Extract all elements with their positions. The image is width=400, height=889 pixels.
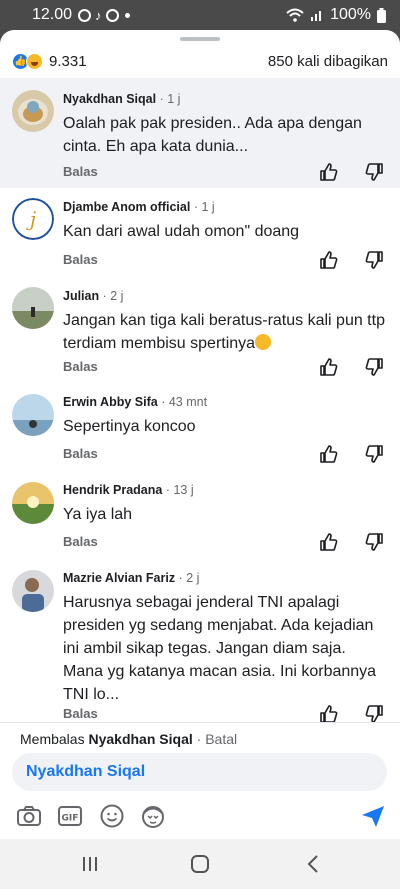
home-icon[interactable] <box>187 851 213 877</box>
drag-handle[interactable] <box>180 37 220 41</box>
dislike-thumb-icon[interactable] <box>364 357 384 377</box>
comment-time: · 2 j <box>102 289 124 303</box>
comment-time: · 43 mnt <box>161 395 208 409</box>
reaction-bar: 👍 9.331 850 kali dibagikan <box>0 44 400 78</box>
app-notification-icon <box>105 8 119 22</box>
like-thumb-icon[interactable] <box>319 357 339 377</box>
whatsapp-icon <box>78 8 92 22</box>
reply-button[interactable]: Balas <box>63 534 98 549</box>
comment-author[interactable]: Djambe Anom official <box>63 200 190 214</box>
comment-item: Mazrie Alvian Fariz · 2 j Harusnya sebag… <box>0 560 400 722</box>
reply-button[interactable]: Balas <box>63 706 98 721</box>
replying-to-label: Membalas Nyakdhan Siqal · Batal <box>20 731 238 747</box>
back-icon[interactable] <box>300 851 326 877</box>
avatar[interactable] <box>12 482 54 524</box>
cancel-reply-button[interactable]: · Batal <box>197 731 237 747</box>
dislike-thumb-icon[interactable] <box>364 444 384 464</box>
comment-item: j Djambe Anom official · 1 j Kan dari aw… <box>0 188 400 278</box>
comment-text: Kan dari awal udah omon" doang <box>63 223 300 240</box>
comment-text: Jangan kan tiga kali beratus-ratus kali … <box>63 312 385 352</box>
comment-author[interactable]: Julian <box>63 289 99 303</box>
avatar[interactable] <box>12 90 54 132</box>
system-navigation-bar <box>0 839 400 889</box>
send-icon[interactable] <box>360 803 386 829</box>
comment-time: · 13 j <box>165 483 194 497</box>
comment-text: Sepertinya koncoo <box>63 418 196 435</box>
reply-button[interactable]: Balas <box>63 252 98 267</box>
battery-icon <box>377 7 386 23</box>
reply-button[interactable]: Balas <box>63 359 98 374</box>
comment-item: Erwin Abby Sifa · 43 mnt Sepertinya konc… <box>0 384 400 472</box>
comment-time: · 1 j <box>159 92 181 106</box>
avatar[interactable] <box>12 287 54 329</box>
dislike-thumb-icon[interactable] <box>364 532 384 552</box>
more-notifications-icon <box>124 12 130 18</box>
like-thumb-icon[interactable] <box>319 704 339 722</box>
comment-author[interactable]: Nyakdhan Siqal <box>63 92 156 106</box>
avatar[interactable] <box>12 570 54 612</box>
comment-text: Ya iya lah <box>63 506 133 523</box>
reply-composer: Membalas Nyakdhan Siqal · Batal Nyakdhan… <box>0 722 400 839</box>
status-bar: 12.00 ♪ 100% <box>0 0 400 30</box>
avatar[interactable] <box>12 394 54 436</box>
signal-icon <box>311 11 322 21</box>
comment-author[interactable]: Mazrie Alvian Fariz <box>63 571 175 585</box>
comment-text: Harusnya sebagai jenderal TNI apalagi pr… <box>63 594 377 703</box>
tiktok-icon: ♪ <box>95 7 102 23</box>
comment-author[interactable]: Hendrik Pradana <box>63 483 162 497</box>
haha-reaction-icon <box>26 52 43 70</box>
gif-icon[interactable]: GIF <box>57 803 83 829</box>
dislike-thumb-icon[interactable] <box>364 704 384 722</box>
camera-icon[interactable] <box>16 803 42 829</box>
comment-item: Julian · 2 j Jangan kan tiga kali beratu… <box>0 278 400 384</box>
recent-apps-icon[interactable] <box>77 851 103 877</box>
like-thumb-icon[interactable] <box>319 162 339 182</box>
share-count[interactable]: 850 kali dibagikan <box>268 53 388 70</box>
svg-text:GIF: GIF <box>62 814 79 824</box>
avatar[interactable]: j <box>12 198 54 240</box>
comment-time: · 2 j <box>178 571 200 585</box>
comment-author[interactable]: Erwin Abby Sifa <box>63 395 158 409</box>
grinning-emoji-icon <box>255 334 272 350</box>
dislike-thumb-icon[interactable] <box>364 250 384 270</box>
emoji-icon[interactable] <box>99 803 125 829</box>
like-thumb-icon[interactable] <box>319 444 339 464</box>
like-thumb-icon[interactable] <box>319 250 339 270</box>
avatar-sticker-icon[interactable] <box>140 803 166 829</box>
comments-sheet: 👍 9.331 850 kali dibagikan Nyakdhan Siqa… <box>0 30 400 839</box>
status-time: 12.00 <box>32 6 73 23</box>
comment-time: · 1 j <box>193 200 215 214</box>
comment-text: Oalah pak pak presiden.. Ada apa dengan … <box>63 115 362 155</box>
dislike-thumb-icon[interactable] <box>364 162 384 182</box>
composer-toolbar: GIF <box>0 799 400 835</box>
comment-item: Hendrik Pradana · 13 j Ya iya lah Balas <box>0 472 400 560</box>
comment-input[interactable]: Nyakdhan Siqal <box>12 753 387 791</box>
comment-item: Nyakdhan Siqal · 1 j Oalah pak pak presi… <box>0 78 400 188</box>
comment-list: Nyakdhan Siqal · 1 j Oalah pak pak presi… <box>0 78 400 722</box>
battery-percent: 100% <box>330 6 371 23</box>
reply-button[interactable]: Balas <box>63 446 98 461</box>
reaction-count[interactable]: 9.331 <box>49 53 87 70</box>
like-thumb-icon[interactable] <box>319 532 339 552</box>
wifi-icon <box>286 8 304 22</box>
reply-button[interactable]: Balas <box>63 164 98 179</box>
reply-target-name: Nyakdhan Siqal <box>88 731 193 747</box>
